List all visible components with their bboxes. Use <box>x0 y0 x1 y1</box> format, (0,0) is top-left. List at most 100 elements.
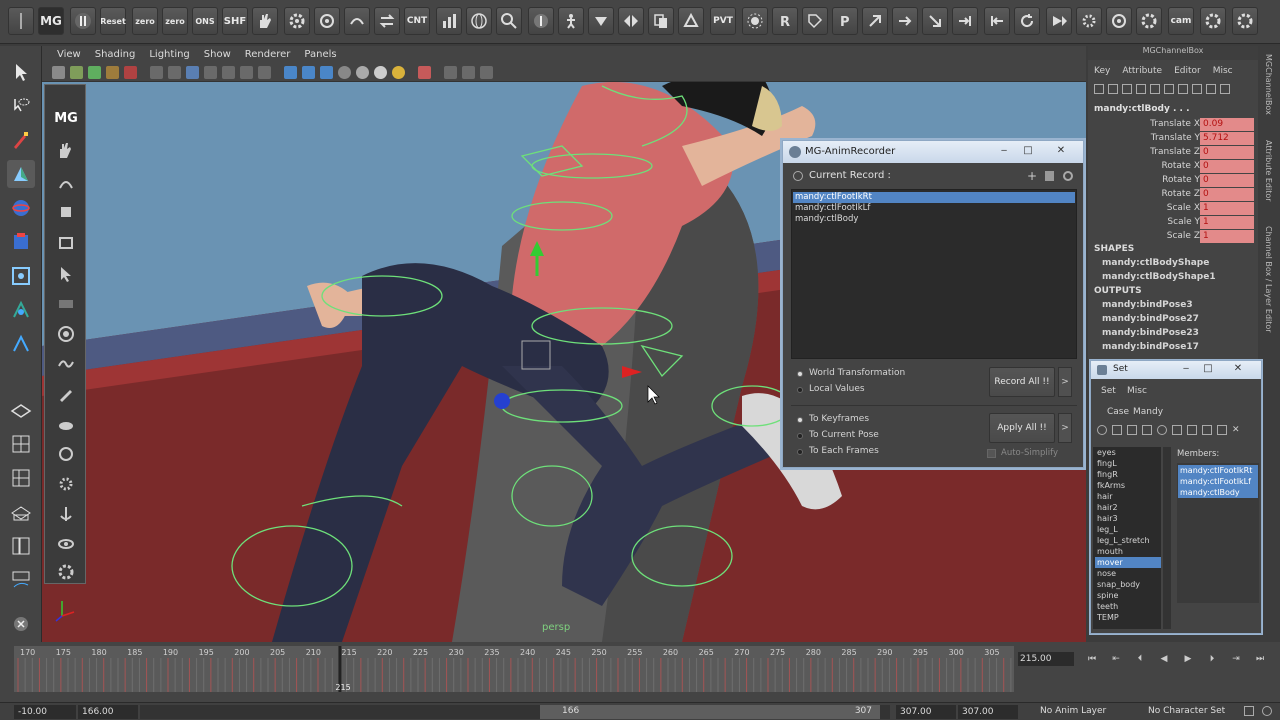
record-list[interactable]: mandy:ctlFootIkRt mandy:ctlFootIkLf mand… <box>791 189 1077 359</box>
time-slider[interactable]: 170 175 180 185 190 195 200 205 210 215 220 225 230 2… <box>14 646 1014 692</box>
range-inner-end-field[interactable]: 307.00 <box>896 705 956 719</box>
step-forward-frame-icon[interactable]: ⏵ <box>1202 654 1222 666</box>
settings-icon[interactable] <box>1106 7 1132 35</box>
layout-single-icon[interactable] <box>7 396 35 424</box>
brush-tool-icon[interactable] <box>53 381 79 407</box>
show-manip-tool-icon[interactable] <box>7 330 35 358</box>
tab-channel-box[interactable]: Channel Box / Layer Editor <box>1264 226 1273 333</box>
attr-row[interactable]: Translate Z0 <box>1088 146 1258 160</box>
apply-all-button[interactable]: Apply All !! <box>989 413 1055 443</box>
set-item[interactable]: hair3 <box>1095 513 1161 524</box>
zero-button[interactable]: zero <box>132 7 158 35</box>
key-icon[interactable] <box>528 7 554 35</box>
film-gate-icon[interactable] <box>168 66 181 79</box>
target-icon[interactable] <box>314 7 340 35</box>
set-item[interactable]: leg_L <box>1095 524 1161 535</box>
cog-tool-icon[interactable] <box>53 471 79 497</box>
range-end-field[interactable]: 307.00 <box>958 705 1018 719</box>
hide-icon[interactable] <box>1150 84 1160 94</box>
graph-icon[interactable] <box>1192 84 1202 94</box>
settings-icon[interactable] <box>1063 171 1073 181</box>
grab-tool-icon[interactable] <box>53 169 79 195</box>
members-list[interactable]: mandy:ctlFootIkRt mandy:ctlFootIkLf mand… <box>1177 463 1259 603</box>
range-inner-start-field[interactable]: 166.00 <box>78 705 138 719</box>
gear4-icon[interactable] <box>1232 7 1258 35</box>
set-refresh-icon[interactable] <box>1097 425 1107 435</box>
key-selected-icon[interactable] <box>1094 84 1104 94</box>
attr-row[interactable]: Rotate X0 <box>1088 160 1258 174</box>
add-icon[interactable]: + <box>1027 169 1037 183</box>
gizmo-tool-icon[interactable] <box>53 199 79 225</box>
reset-button[interactable]: Reset <box>100 7 126 35</box>
set-item[interactable]: nose <box>1095 568 1161 579</box>
member-item[interactable]: mandy:ctlFootIkRt <box>1178 465 1258 476</box>
gear-icon[interactable] <box>284 7 310 35</box>
pose-copy-icon[interactable] <box>648 7 674 35</box>
swap-icon[interactable] <box>374 7 400 35</box>
cnt-tool-icon[interactable] <box>53 291 79 317</box>
chart-icon[interactable] <box>436 7 462 35</box>
maximize-icon[interactable]: □ <box>1019 144 1037 158</box>
set-list-scrollbar[interactable] <box>1163 447 1171 629</box>
mg-logo-button[interactable]: MG <box>38 7 64 35</box>
pointer-tool-icon[interactable] <box>53 261 79 287</box>
eye-tool-icon[interactable] <box>53 531 79 557</box>
isolate-icon[interactable] <box>444 66 457 79</box>
forward-icon[interactable] <box>1046 7 1072 35</box>
range-handle[interactable]: 166 307 <box>540 705 880 719</box>
set-item[interactable]: eyes <box>1095 447 1161 458</box>
r-icon[interactable]: R <box>772 7 798 35</box>
play-forward-icon[interactable]: ▶ <box>1178 654 1198 666</box>
to-current-pose-radio[interactable] <box>797 433 803 439</box>
smooth-shade-icon[interactable] <box>302 66 315 79</box>
lock-icon[interactable] <box>1136 84 1146 94</box>
pause-icon[interactable] <box>70 7 96 35</box>
sun-icon[interactable] <box>742 7 768 35</box>
safe-title-icon[interactable] <box>258 66 271 79</box>
attr-value[interactable]: 0 <box>1200 188 1254 201</box>
menu-attribute[interactable]: Attribute <box>1116 64 1168 80</box>
set-minimize-icon[interactable]: ‒ <box>1177 362 1195 376</box>
search-icon[interactable] <box>496 7 522 35</box>
attr-row[interactable]: Rotate Y0 <box>1088 174 1258 188</box>
menu-editor[interactable]: Editor <box>1168 64 1207 80</box>
move-camera-icon[interactable] <box>480 66 493 79</box>
vertical-bar-icon[interactable] <box>8 7 34 35</box>
camera-select-icon[interactable] <box>52 66 65 79</box>
refresh-icon[interactable] <box>1014 7 1040 35</box>
attr-value[interactable]: 0 <box>1200 160 1254 173</box>
arrow-right-icon[interactable] <box>892 7 918 35</box>
gear2-icon[interactable] <box>1136 7 1162 35</box>
grid-icon[interactable] <box>150 66 163 79</box>
camera-lock-icon[interactable] <box>124 66 137 79</box>
set-item[interactable]: fingL <box>1095 458 1161 469</box>
cog-icon[interactable] <box>1076 7 1102 35</box>
output-item[interactable]: mandy:bindPose23 <box>1102 328 1199 338</box>
set-add-icon[interactable] <box>1127 425 1137 435</box>
set-close-icon[interactable]: ✕ <box>1229 362 1247 376</box>
set-item[interactable]: hair <box>1095 491 1161 502</box>
menu-renderer[interactable]: Renderer <box>238 46 298 64</box>
attr-value[interactable]: 1 <box>1200 216 1254 229</box>
manipulator-tool-icon[interactable] <box>7 262 35 290</box>
camera-attr-icon[interactable] <box>70 66 83 79</box>
step-forward-key-icon[interactable]: ⇥ <box>1226 654 1246 666</box>
anchor-tool-icon[interactable] <box>53 501 79 527</box>
ons-button[interactable]: ONS <box>192 7 218 35</box>
set-delete-icon[interactable]: ✕ <box>1232 425 1242 435</box>
attr-row[interactable]: Translate X 0.09 <box>1088 118 1258 132</box>
case-value[interactable]: Mandy <box>1133 407 1163 417</box>
script-icon[interactable] <box>7 610 35 638</box>
tab-mgchannelbox[interactable]: MGChannelBox <box>1264 54 1273 115</box>
break-icon[interactable] <box>1164 84 1174 94</box>
shf-button[interactable]: SHF <box>222 7 248 35</box>
layout-persp-icon[interactable] <box>7 498 35 526</box>
pvt-button[interactable]: PVT <box>710 7 736 35</box>
default-light-icon[interactable] <box>392 66 405 79</box>
output-item[interactable]: mandy:bindPose27 <box>1102 314 1199 324</box>
mirror-icon[interactable] <box>618 7 644 35</box>
set-item[interactable]: teeth <box>1095 601 1161 612</box>
link-icon[interactable] <box>1206 84 1216 94</box>
set-select-icon[interactable] <box>1157 425 1167 435</box>
attr-value[interactable]: 1 <box>1200 202 1254 215</box>
